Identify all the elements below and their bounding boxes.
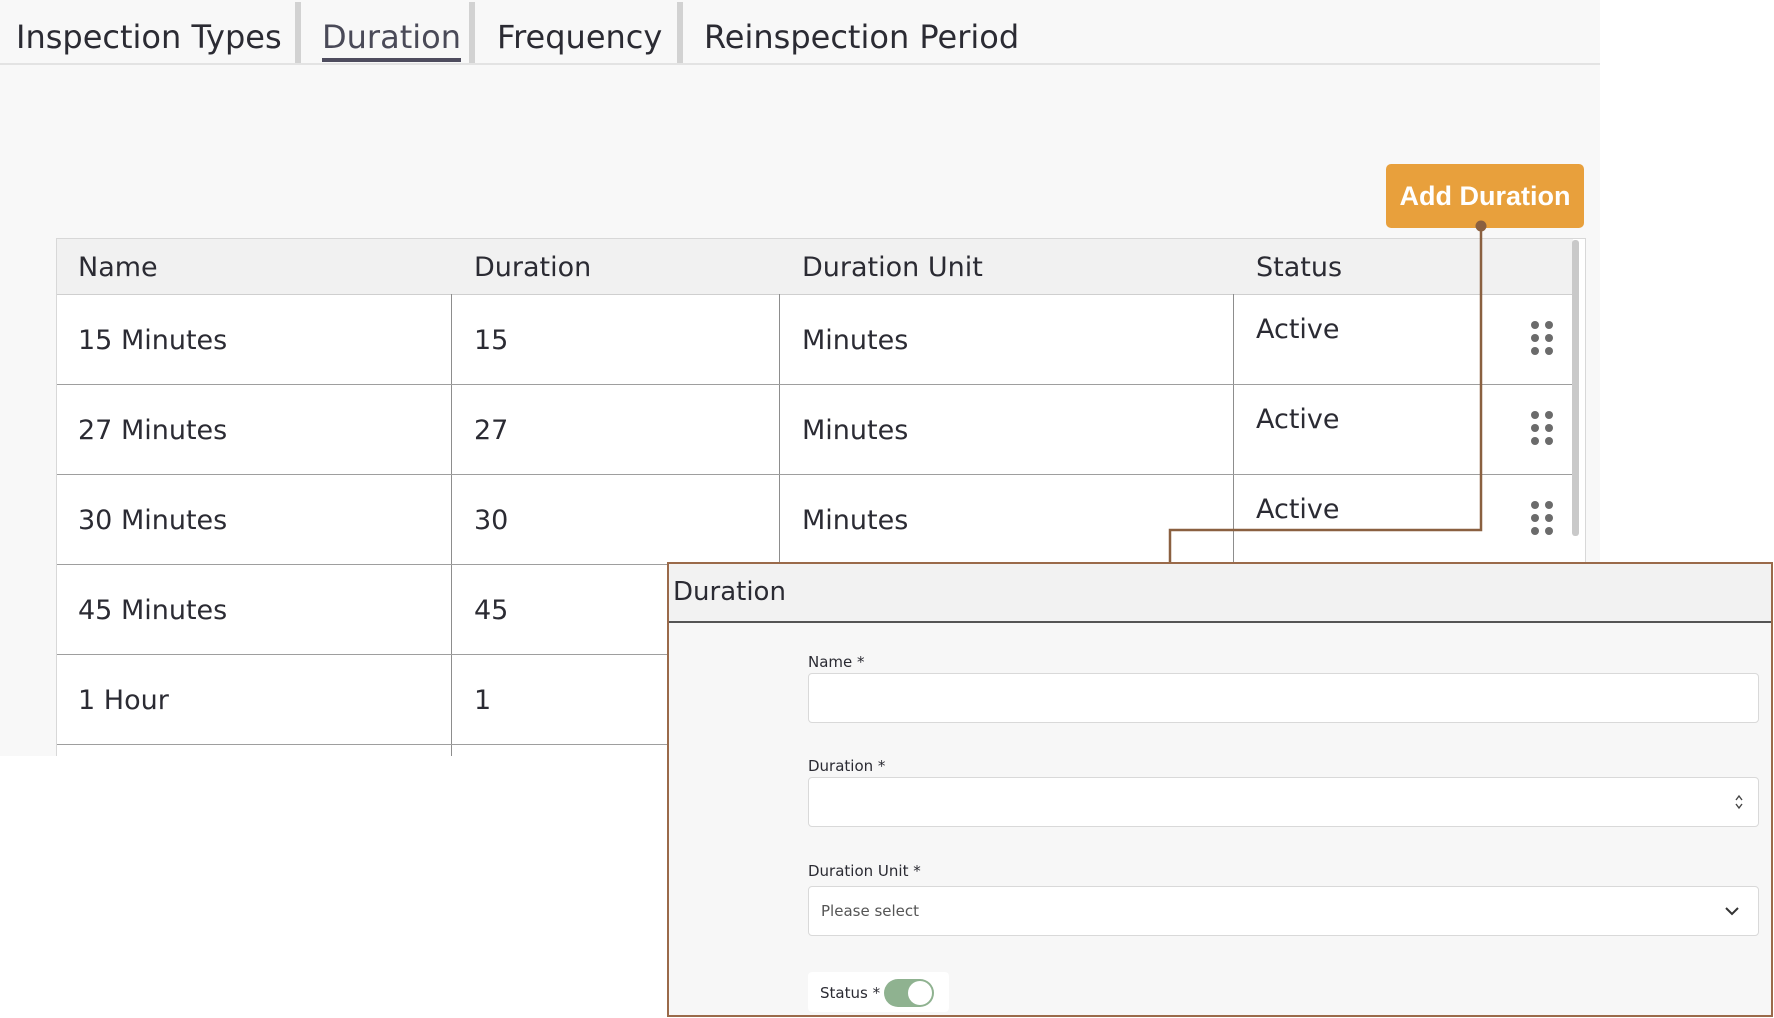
column-header-name[interactable]: Name xyxy=(78,239,158,294)
tab-frequency[interactable]: Frequency xyxy=(497,0,662,63)
tab-label: Reinspection Period xyxy=(704,18,1020,56)
cell-status: Active xyxy=(1256,404,1340,435)
add-duration-button[interactable]: Add Duration xyxy=(1386,164,1584,228)
duration-label: Duration * xyxy=(808,757,886,775)
tab-label: Frequency xyxy=(497,18,663,56)
toggle-knob xyxy=(908,981,932,1005)
table-row[interactable]: 27 Minutes 27 Minutes Active xyxy=(57,385,1573,475)
drag-handle-icon[interactable] xyxy=(1531,411,1555,447)
cell-name: 15 Minutes xyxy=(78,325,228,356)
tab-separator xyxy=(295,2,301,63)
table-header: Name Duration Duration Unit Status xyxy=(57,239,1573,295)
cell-duration-unit: Minutes xyxy=(802,505,909,536)
spinner-arrows-icon[interactable] xyxy=(1734,793,1744,811)
tab-reinspection-period[interactable]: Reinspection Period xyxy=(704,0,1019,63)
column-header-status[interactable]: Status xyxy=(1256,239,1342,294)
dialog-title: Duration xyxy=(673,577,786,607)
status-field: Status * xyxy=(808,972,949,1012)
drag-handle-icon[interactable] xyxy=(1531,501,1555,537)
cell-name: 1 Hour xyxy=(78,685,169,716)
name-input[interactable] xyxy=(808,673,1759,723)
chevron-down-icon xyxy=(1725,907,1739,916)
cell-duration: 15 xyxy=(474,325,509,356)
tab-inspection-types[interactable]: Inspection Types xyxy=(16,0,282,63)
table-scrollbar[interactable] xyxy=(1572,240,1579,536)
cell-status: Active xyxy=(1256,314,1340,345)
dialog-header: Duration xyxy=(669,564,1771,623)
tab-label: Inspection Types xyxy=(16,18,282,56)
table-row[interactable]: 15 Minutes 15 Minutes Active xyxy=(57,295,1573,385)
cell-duration: 45 xyxy=(474,595,509,626)
tab-separator xyxy=(677,2,683,63)
cell-duration-unit: Minutes xyxy=(802,415,909,446)
tab-duration[interactable]: Duration xyxy=(322,0,461,63)
cell-name: 30 Minutes xyxy=(78,505,228,536)
cell-duration-unit: Minutes xyxy=(802,325,909,356)
status-label: Status * xyxy=(820,984,881,1002)
duration-unit-select[interactable]: Please select xyxy=(808,886,1759,936)
drag-handle-icon[interactable] xyxy=(1531,321,1555,357)
name-label: Name * xyxy=(808,653,865,671)
cell-duration: 1 xyxy=(474,685,492,716)
duration-unit-placeholder: Please select xyxy=(821,902,920,920)
cell-name: 27 Minutes xyxy=(78,415,228,446)
column-header-duration[interactable]: Duration xyxy=(474,239,591,294)
column-header-duration-unit[interactable]: Duration Unit xyxy=(802,239,983,294)
tab-label: Duration xyxy=(322,18,461,62)
tab-separator xyxy=(469,2,475,63)
duration-dialog: Duration Name * Duration * Duration Unit… xyxy=(667,562,1773,1017)
status-toggle[interactable] xyxy=(884,979,934,1007)
cell-duration: 30 xyxy=(474,505,509,536)
cell-status: Active xyxy=(1256,494,1340,525)
cell-name: 45 Minutes xyxy=(78,595,228,626)
tab-bar: Inspection Types Duration Frequency Rein… xyxy=(0,0,1600,65)
duration-input[interactable] xyxy=(808,777,1759,827)
duration-unit-label: Duration Unit * xyxy=(808,862,921,880)
cell-duration: 27 xyxy=(474,415,509,446)
table-row[interactable]: 30 Minutes 30 Minutes Active xyxy=(57,475,1573,565)
